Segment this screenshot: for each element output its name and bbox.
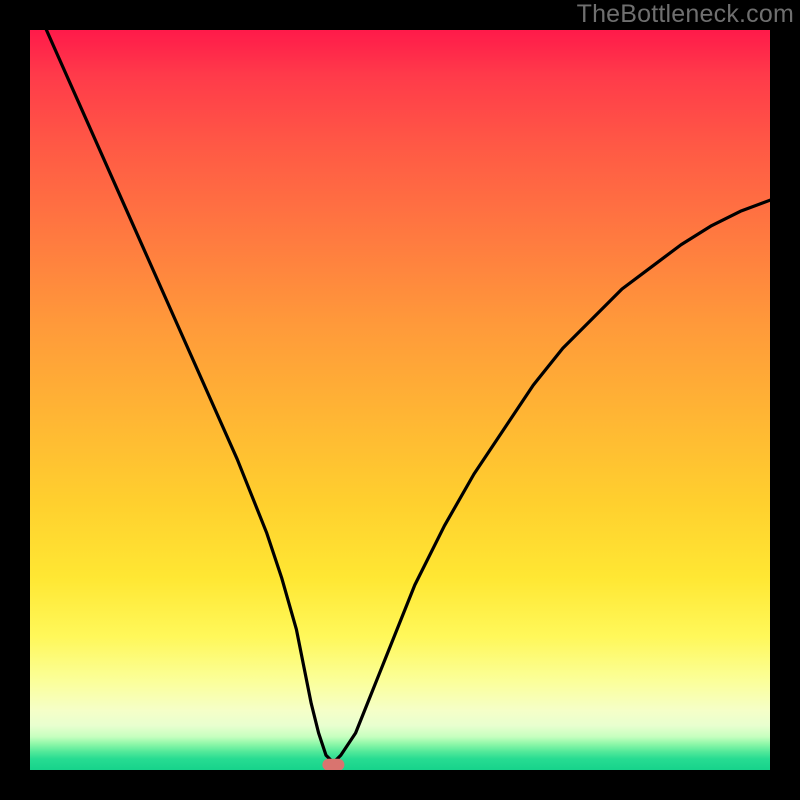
watermark-text: TheBottleneck.com [577, 0, 794, 29]
plot-area [30, 30, 770, 770]
chart-container: TheBottleneck.com [0, 0, 800, 800]
bottleneck-curve [30, 30, 770, 763]
optimum-marker [322, 759, 344, 770]
curve-layer [30, 30, 770, 770]
